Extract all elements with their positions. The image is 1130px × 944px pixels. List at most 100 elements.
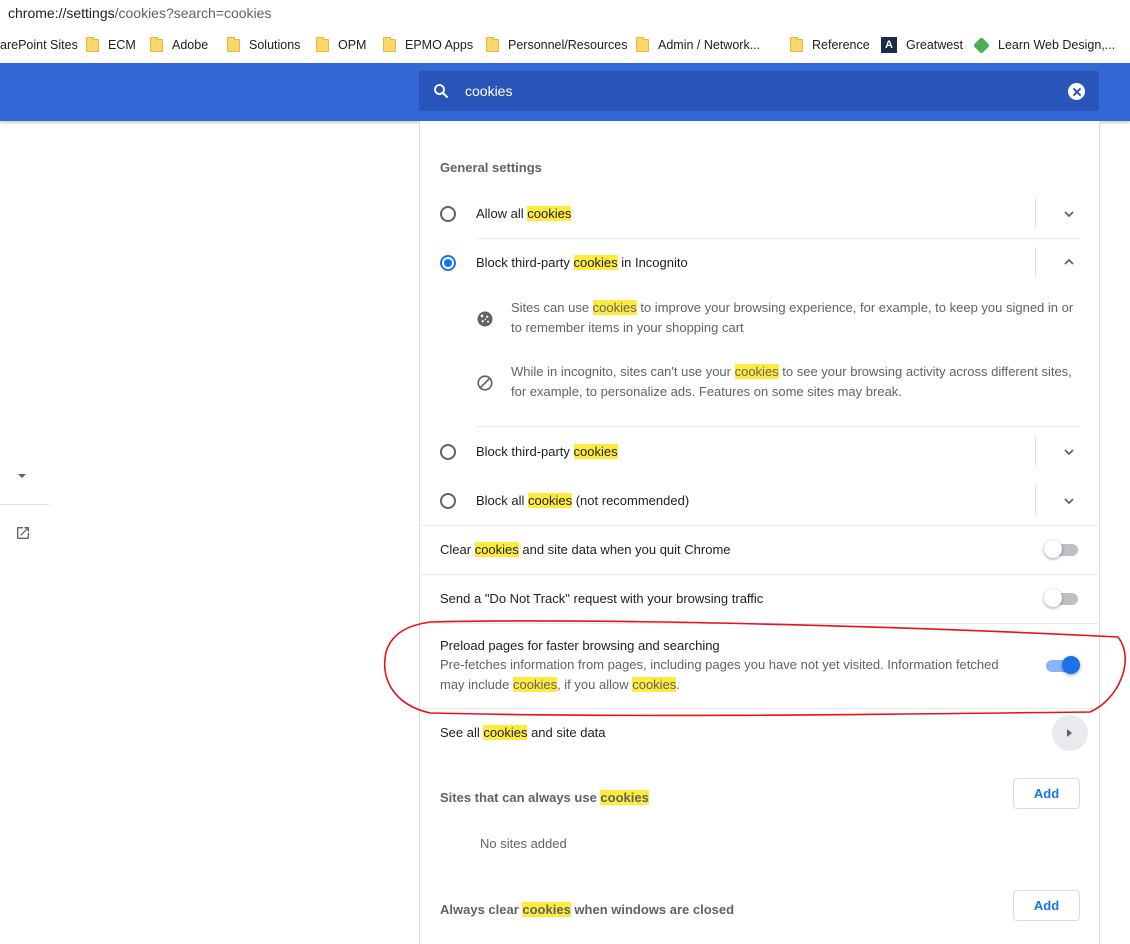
general-settings-title: General settings bbox=[440, 160, 542, 175]
row-separator bbox=[1035, 436, 1036, 466]
settings-search-box[interactable]: cookies bbox=[419, 71, 1099, 111]
see-all-cookies-link[interactable]: See all cookies and site data bbox=[440, 725, 606, 740]
desc-text: . bbox=[676, 677, 680, 692]
bookmark-opm[interactable]: OPM bbox=[316, 36, 367, 53]
toggle-knob bbox=[1044, 540, 1062, 558]
bookmark-label: ECM bbox=[108, 38, 136, 52]
block-incognito-label[interactable]: Block third-party cookies in Incognito bbox=[476, 255, 688, 270]
clear-search-icon[interactable] bbox=[1068, 83, 1085, 100]
search-icon bbox=[434, 84, 448, 98]
folder-icon bbox=[316, 36, 329, 52]
bookmark-solutions[interactable]: Solutions bbox=[227, 36, 301, 53]
url-text[interactable]: chrome://settings/cookies?search=cookies bbox=[8, 5, 271, 21]
detail-text: Sites can use bbox=[511, 300, 593, 315]
search-highlight: cookies bbox=[528, 493, 573, 508]
label-text: (not recommended) bbox=[572, 493, 690, 508]
do-not-track-toggle[interactable] bbox=[1044, 589, 1078, 608]
bookmarks-bar: arePoint Sites ECM Adobe Solutions OPM E… bbox=[0, 27, 1130, 63]
block-icon bbox=[477, 375, 493, 391]
sidebar-divider bbox=[0, 504, 49, 505]
add-always-use-button[interactable]: Add bbox=[1013, 778, 1080, 809]
radio-block-all[interactable] bbox=[440, 493, 456, 509]
divider bbox=[420, 525, 1100, 526]
label-text: and site data when you quit Chrome bbox=[518, 542, 731, 557]
always-clear-title: Always clear cookies when windows are cl… bbox=[440, 902, 734, 917]
bookmark-greatwest[interactable]: A Greatwest bbox=[881, 37, 963, 53]
search-highlight: cookies bbox=[474, 542, 519, 557]
folder-icon bbox=[486, 36, 499, 52]
folder-icon bbox=[636, 36, 649, 52]
preload-toggle[interactable] bbox=[1046, 656, 1080, 675]
bookmark-learn-web-design[interactable]: Learn Web Design,... bbox=[973, 36, 1116, 54]
label-text: Always clear bbox=[440, 902, 523, 917]
label-text: Clear bbox=[440, 542, 475, 557]
bookmark-sharepoint-sites[interactable]: arePoint Sites bbox=[0, 37, 78, 53]
bookmark-reference[interactable]: Reference bbox=[790, 36, 870, 53]
preload-title: Preload pages for faster browsing and se… bbox=[440, 638, 720, 653]
search-highlight: cookies bbox=[600, 790, 649, 805]
clear-on-quit-toggle[interactable] bbox=[1044, 540, 1078, 559]
search-highlight: cookies bbox=[573, 444, 618, 459]
label-text: when windows are closed bbox=[570, 902, 735, 917]
incognito-detail-sites-can-use: Sites can use cookies to improve your br… bbox=[511, 298, 1081, 338]
chevron-down-icon[interactable] bbox=[1064, 209, 1074, 219]
search-highlight: cookies bbox=[734, 364, 779, 379]
desc-text: , if you allow bbox=[557, 677, 633, 692]
open-external-icon[interactable] bbox=[15, 525, 31, 541]
cookies-settings-card: General settings Allow all cookies Block… bbox=[419, 121, 1100, 944]
radio-allow-all[interactable] bbox=[440, 206, 456, 222]
bookmark-adobe[interactable]: Adobe bbox=[150, 36, 208, 53]
divider bbox=[476, 426, 1080, 427]
search-highlight: cookies bbox=[573, 255, 618, 270]
bookmark-admin-network[interactable]: Admin / Network... bbox=[636, 36, 760, 53]
learn-web-design-logo-icon bbox=[973, 36, 990, 54]
label-text: See all bbox=[440, 725, 484, 740]
search-highlight: cookies bbox=[483, 725, 528, 740]
label-text: in Incognito bbox=[617, 255, 688, 270]
row-separator bbox=[1035, 485, 1036, 515]
add-always-clear-button[interactable]: Add bbox=[1013, 890, 1080, 921]
allow-all-label[interactable]: Allow all cookies bbox=[476, 206, 572, 221]
block-all-label[interactable]: Block all cookies (not recommended) bbox=[476, 493, 689, 508]
settings-header: cookies bbox=[0, 63, 1130, 121]
subpage-arrow-icon[interactable] bbox=[1052, 715, 1088, 751]
search-highlight: cookies bbox=[527, 206, 572, 221]
greatwest-logo-icon: A bbox=[881, 37, 897, 53]
preload-description: Pre-fetches information from pages, incl… bbox=[440, 655, 1020, 695]
no-sites-added: No sites added bbox=[480, 836, 567, 851]
bookmark-personnel-resources[interactable]: Personnel/Resources bbox=[486, 36, 628, 53]
toggle-knob bbox=[1062, 656, 1080, 674]
bookmark-label: Greatwest bbox=[906, 38, 963, 52]
folder-icon bbox=[383, 36, 396, 52]
divider bbox=[420, 574, 1100, 575]
chevron-down-icon[interactable] bbox=[1064, 496, 1074, 506]
incognito-detail-while-in-incognito: While in incognito, sites can't use your… bbox=[511, 362, 1081, 402]
block-third-party-label[interactable]: Block third-party cookies bbox=[476, 444, 618, 459]
toggle-knob bbox=[1044, 589, 1062, 607]
bookmark-label: OPM bbox=[338, 38, 367, 52]
bookmark-ecm[interactable]: ECM bbox=[86, 36, 136, 53]
radio-block-third-party[interactable] bbox=[440, 444, 456, 460]
divider bbox=[420, 708, 1100, 709]
bookmark-label: Learn Web Design,... bbox=[998, 38, 1116, 52]
label-text: Block third-party bbox=[476, 444, 574, 459]
folder-icon bbox=[790, 36, 803, 52]
label-text: Allow all bbox=[476, 206, 528, 221]
bookmark-label: arePoint Sites bbox=[0, 38, 78, 52]
chevron-up-icon[interactable] bbox=[1064, 257, 1074, 267]
divider bbox=[420, 623, 1100, 624]
url-host: chrome://settings bbox=[8, 5, 115, 21]
radio-block-incognito[interactable] bbox=[440, 255, 456, 271]
url-path: /cookies?search=cookies bbox=[114, 5, 272, 21]
sidebar-expand-arrow-icon[interactable] bbox=[18, 474, 26, 478]
divider bbox=[476, 238, 1080, 239]
bookmark-label: Solutions bbox=[249, 38, 301, 52]
chevron-down-icon[interactable] bbox=[1064, 447, 1074, 457]
folder-icon bbox=[86, 36, 99, 52]
search-query[interactable]: cookies bbox=[465, 83, 512, 99]
bookmark-epmo-apps[interactable]: EPMO Apps bbox=[383, 36, 473, 53]
label-text: and site data bbox=[527, 725, 606, 740]
address-bar[interactable]: chrome://settings/cookies?search=cookies bbox=[0, 0, 1130, 27]
label-text: Block all bbox=[476, 493, 529, 508]
clear-on-quit-label: Clear cookies and site data when you qui… bbox=[440, 542, 731, 557]
